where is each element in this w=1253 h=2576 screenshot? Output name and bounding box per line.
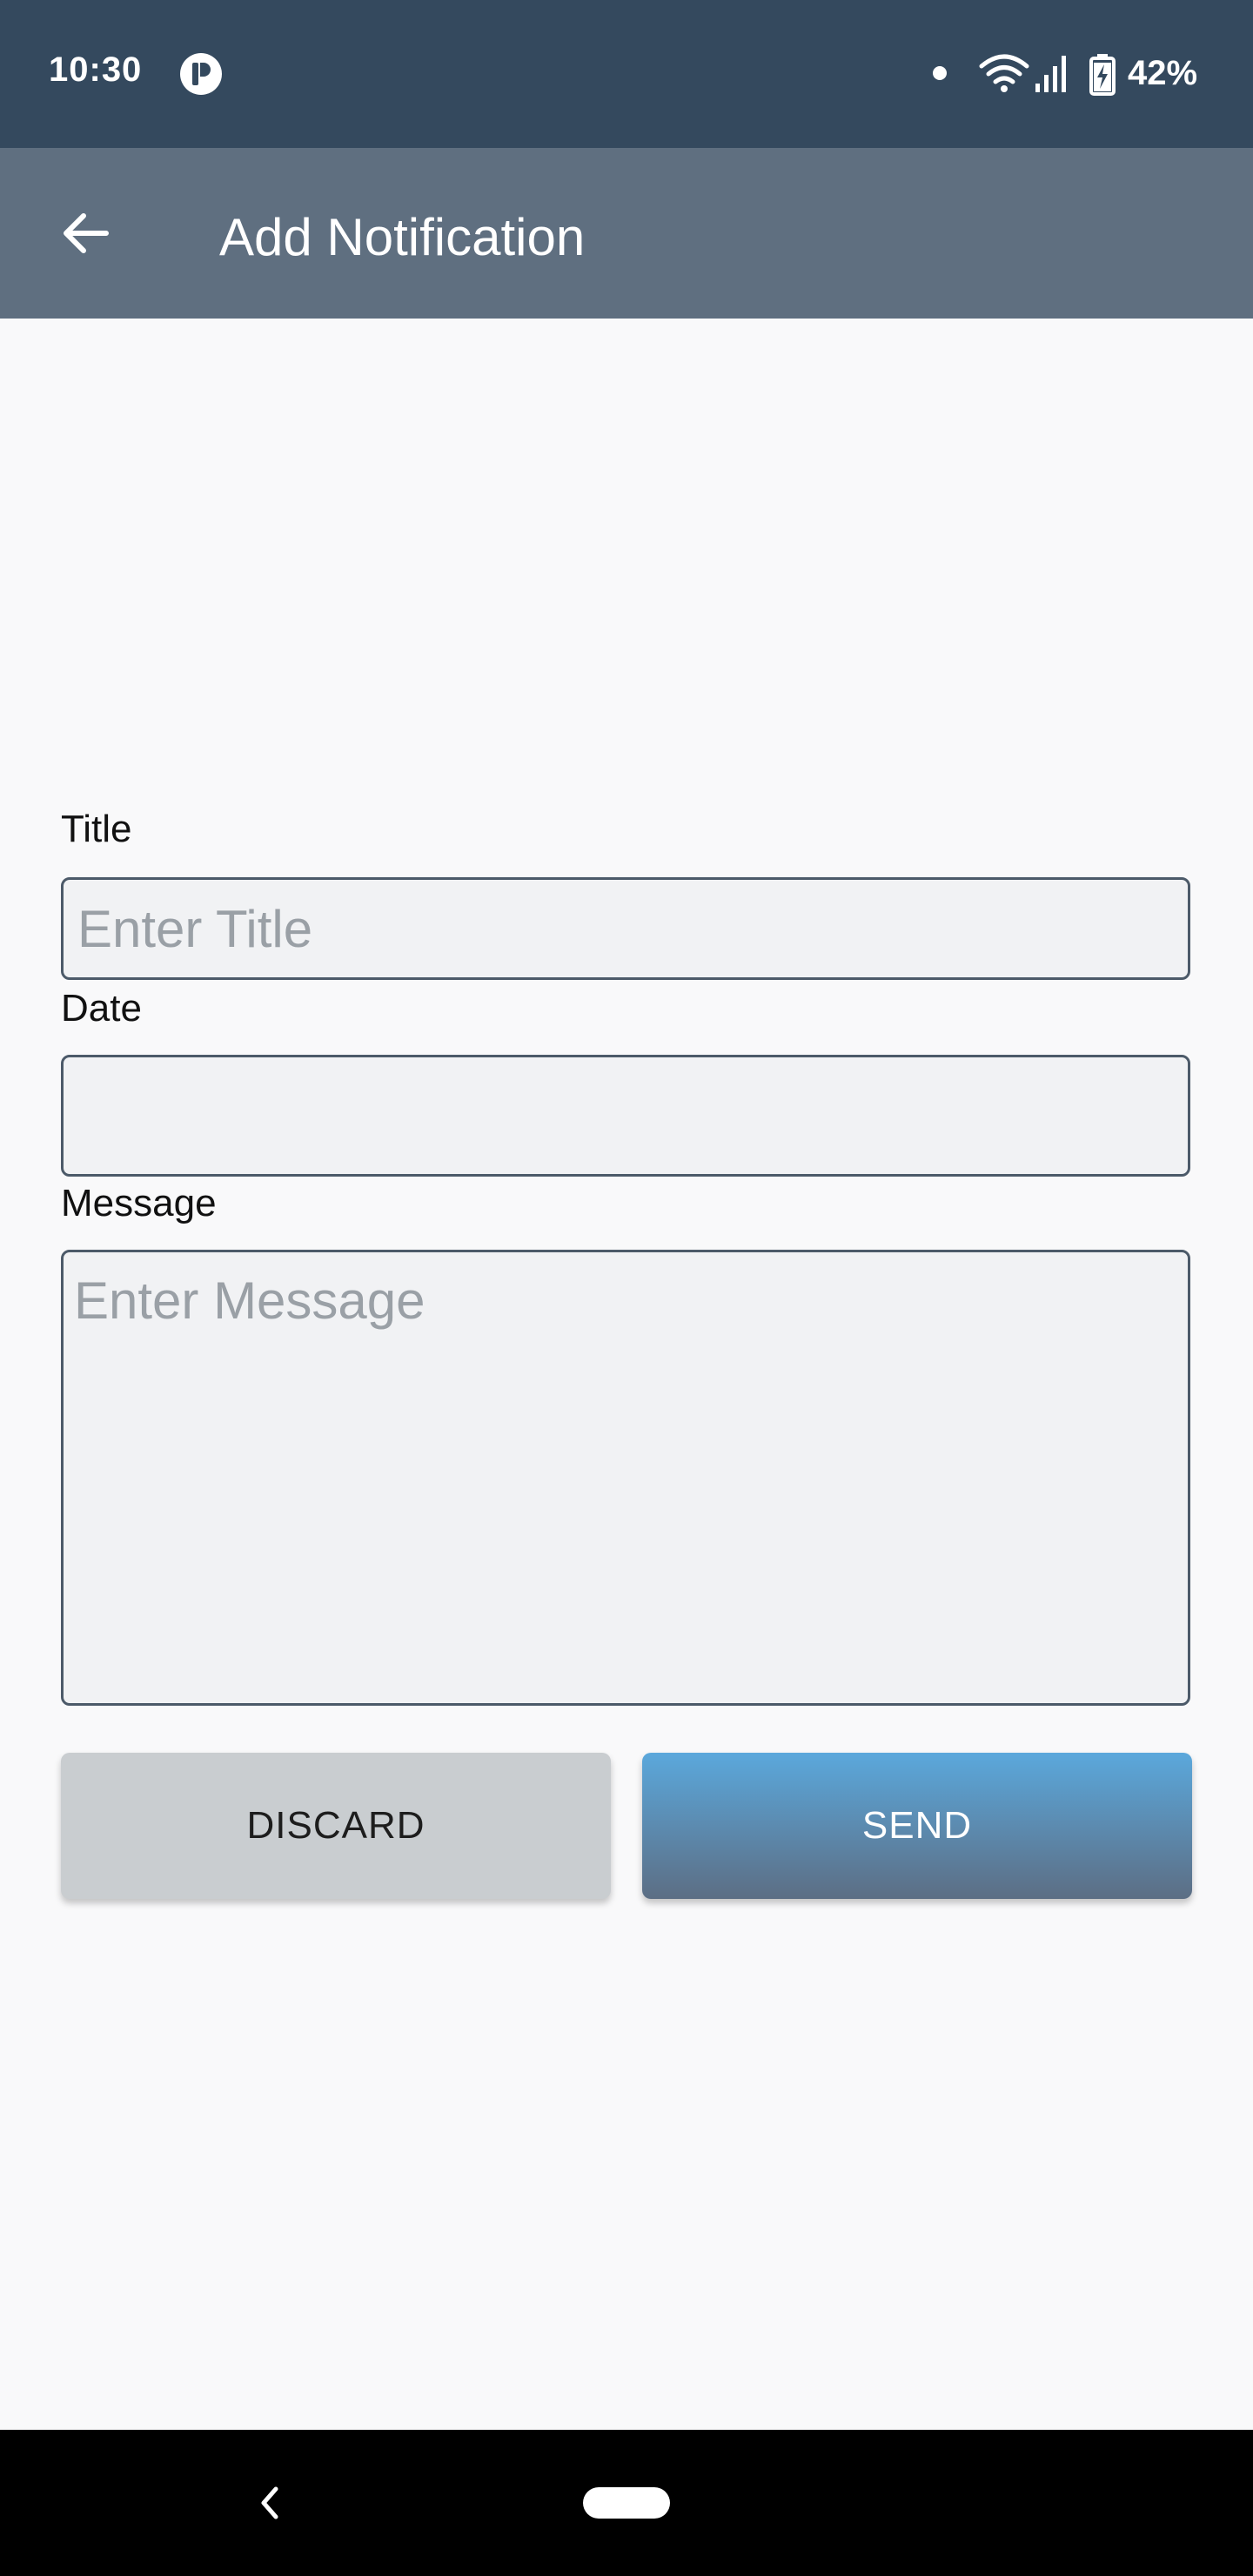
nav-back-button[interactable] — [251, 2468, 289, 2538]
discard-label: DISCARD — [246, 1804, 425, 1847]
date-label: Date — [61, 987, 142, 1030]
status-bar: 10:30 42% — [0, 0, 1253, 148]
signal-icon — [1035, 56, 1066, 92]
back-button[interactable] — [49, 197, 122, 270]
title-input[interactable] — [61, 877, 1190, 980]
discard-button[interactable]: DISCARD — [61, 1753, 611, 1899]
send-button[interactable]: SEND — [642, 1753, 1192, 1899]
page-title: Add Notification — [219, 208, 586, 266]
wifi-icon — [979, 54, 1029, 92]
date-input[interactable] — [61, 1055, 1190, 1177]
dot-icon — [933, 66, 947, 80]
arrow-left-icon — [64, 213, 109, 253]
send-label: SEND — [861, 1804, 973, 1847]
message-input[interactable] — [61, 1250, 1190, 1706]
message-label: Message — [61, 1182, 217, 1224]
navigation-bar — [0, 2430, 1253, 2576]
status-time: 10:30 — [49, 50, 143, 89]
app-notification-icon — [180, 53, 222, 95]
nav-home-pill[interactable] — [583, 2487, 670, 2519]
nav-back-icon — [261, 2486, 278, 2519]
app-bar: Add Notification — [0, 148, 1253, 319]
screen: 10:30 42% Add Notification Title Enter T… — [0, 0, 1253, 2576]
battery-charging-icon — [1089, 54, 1116, 96]
battery-percent: 42% — [1128, 54, 1198, 92]
title-label: Title — [61, 808, 132, 850]
